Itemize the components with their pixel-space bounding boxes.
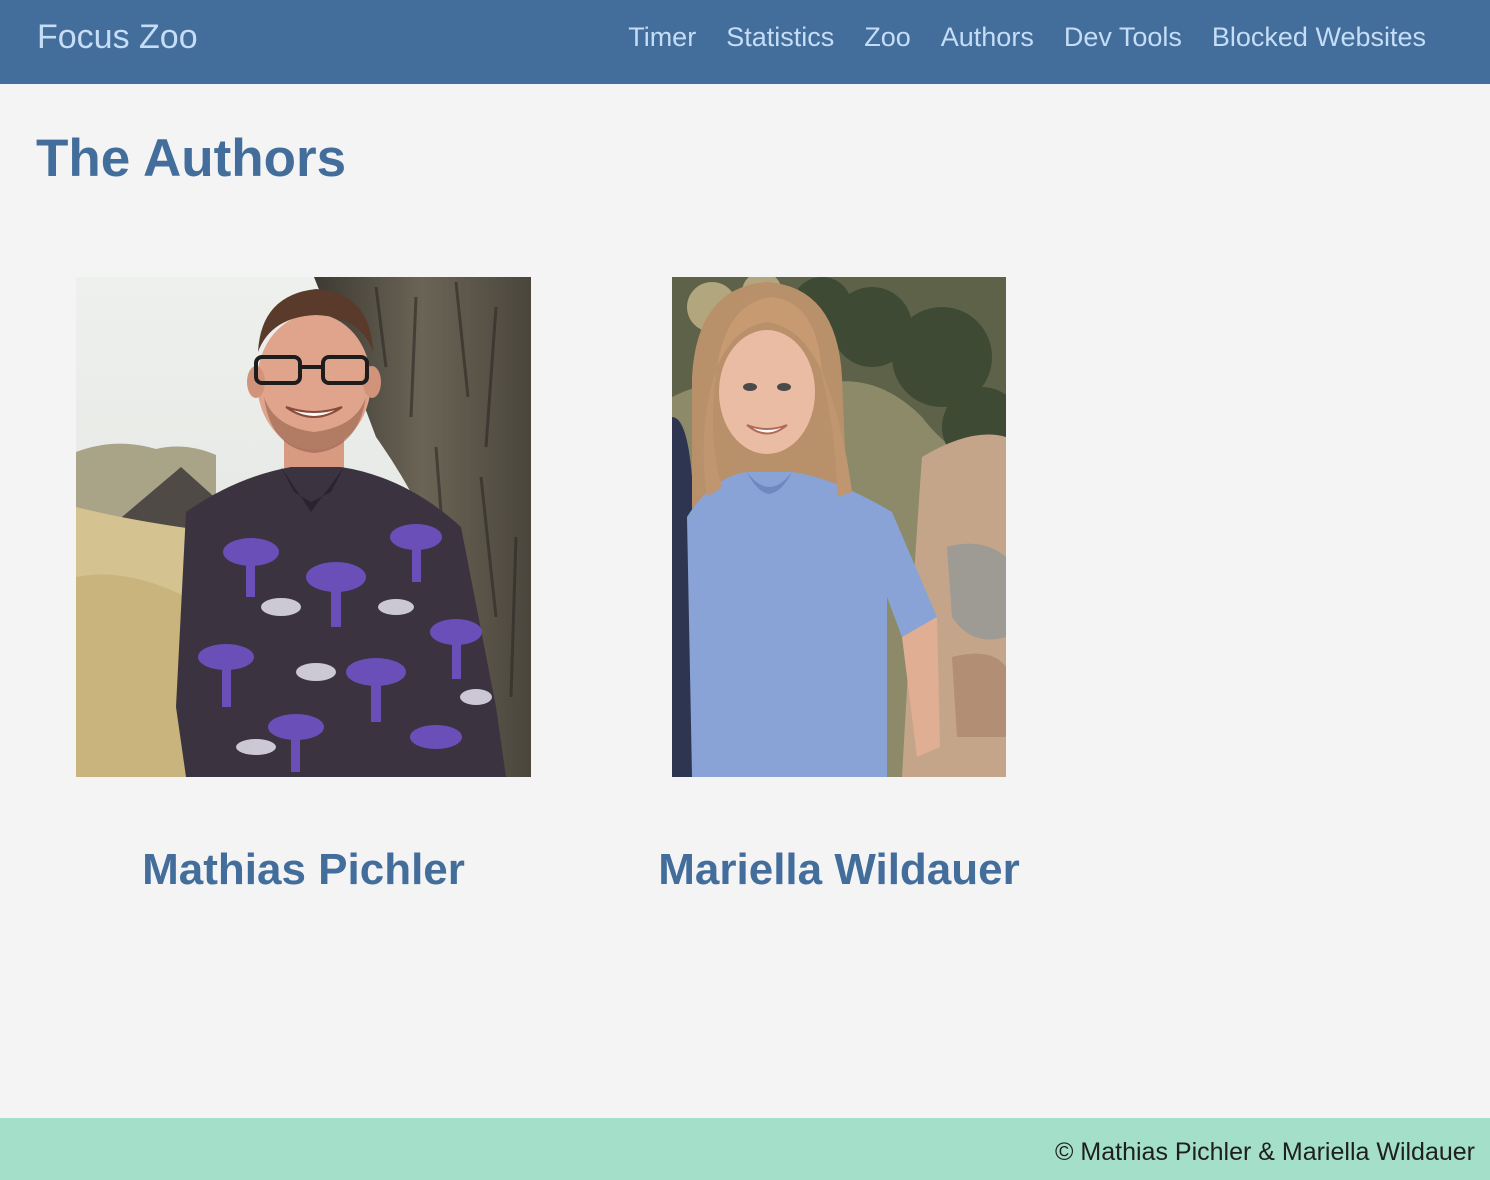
- top-navbar: Focus Zoo Timer Statistics Zoo Authors D…: [0, 0, 1490, 84]
- brand-logo-link[interactable]: Focus Zoo: [37, 18, 198, 57]
- nav-item-authors[interactable]: Authors: [941, 22, 1034, 53]
- author-name-mathias: Mathias Pichler: [142, 845, 465, 894]
- nav-item-statistics[interactable]: Statistics: [726, 22, 834, 53]
- nav-item-dev-tools[interactable]: Dev Tools: [1064, 22, 1182, 53]
- nav-item-blocked-websites[interactable]: Blocked Websites: [1212, 22, 1426, 53]
- copyright-text: © Mathias Pichler & Mariella Wildauer: [1055, 1138, 1475, 1166]
- nav-item-zoo[interactable]: Zoo: [864, 22, 911, 53]
- main-nav: Timer Statistics Zoo Authors Dev Tools B…: [628, 22, 1426, 53]
- author-name-mariella: Mariella Wildauer: [658, 845, 1020, 894]
- page-title: The Authors: [36, 129, 347, 188]
- author-photo-mathias: [76, 277, 531, 777]
- page-footer: © Mathias Pichler & Mariella Wildauer: [0, 1118, 1490, 1180]
- nav-item-timer[interactable]: Timer: [628, 22, 696, 53]
- author-photo-mariella: [672, 277, 1006, 777]
